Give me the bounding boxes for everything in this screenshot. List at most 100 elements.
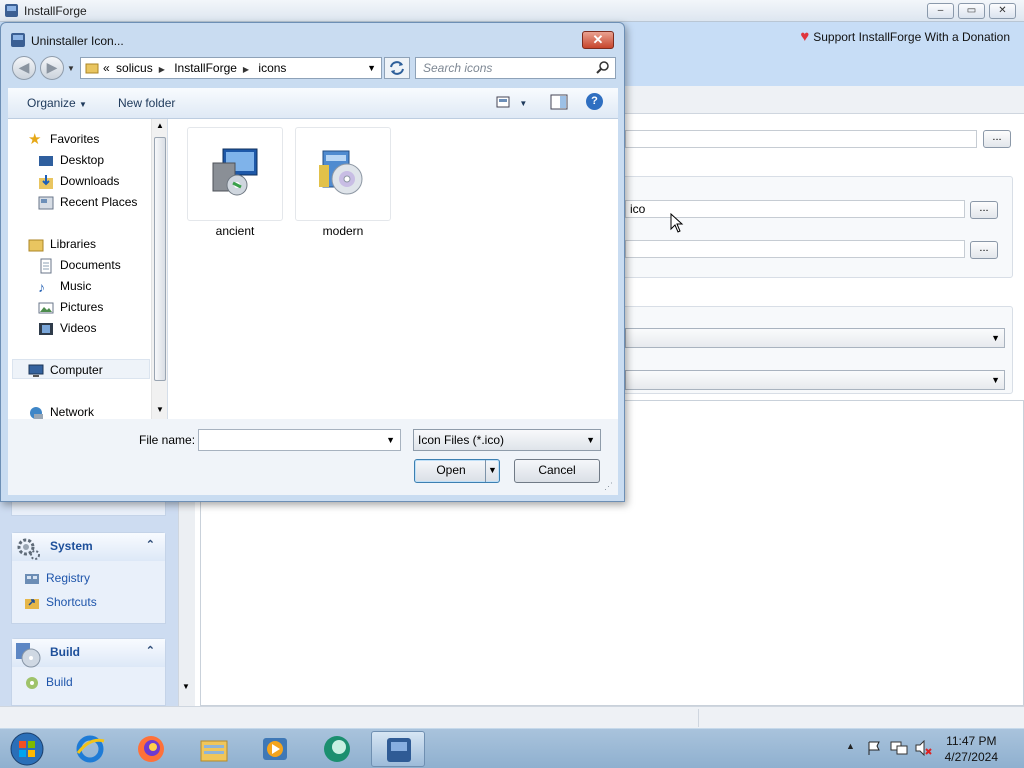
organize-menu[interactable]: Organize ▼	[27, 96, 87, 110]
dropdown-select[interactable]: ▼	[625, 328, 1005, 348]
sidebar-item-label: Shortcuts	[46, 595, 97, 609]
registry-icon	[25, 574, 39, 584]
sidebar-group-header[interactable]: Build ⌃	[12, 639, 165, 668]
build-disc-icon	[16, 643, 41, 668]
file-item[interactable]: modern	[295, 127, 391, 245]
browse-button[interactable]: ...	[983, 130, 1011, 148]
start-button[interactable]	[2, 731, 56, 767]
search-input[interactable]: Search icons	[415, 57, 616, 79]
taskbar-firefox[interactable]	[124, 731, 178, 767]
browser-app-icon	[324, 736, 350, 762]
nav-label: Documents	[60, 258, 121, 272]
chevron-down-icon[interactable]: ▼	[519, 99, 527, 108]
text-field[interactable]	[625, 130, 977, 148]
volume-muted-icon[interactable]	[914, 740, 932, 756]
taskbar-file-explorer[interactable]	[187, 731, 241, 767]
open-options-dropdown[interactable]: ▼	[485, 460, 499, 482]
internet-explorer-icon	[76, 735, 105, 763]
show-hidden-icons[interactable]: ▲	[846, 741, 855, 751]
navigation-pane: ★ Favorites Desktop Downloads Recent Plac…	[8, 119, 168, 419]
nav-music[interactable]: ♪ Music	[38, 279, 91, 297]
nav-libraries[interactable]: Libraries	[28, 237, 96, 255]
taskbar-installforge[interactable]	[371, 731, 425, 767]
dropdown-select[interactable]: ▼	[625, 370, 1005, 390]
taskbar-clock[interactable]: 11:47 PM 4/27/2024	[945, 733, 998, 765]
sidebar-scrollbar[interactable]: ▼	[178, 496, 195, 706]
chevron-down-icon[interactable]: ▼	[386, 435, 395, 445]
nav-videos[interactable]: Videos	[39, 321, 96, 339]
taskbar-internet-explorer[interactable]	[63, 731, 117, 767]
nav-desktop[interactable]: Desktop	[39, 153, 104, 171]
folder-icon	[85, 63, 99, 74]
libraries-icon	[28, 239, 44, 252]
navigation-scrollbar[interactable]: ▲ ▼	[151, 119, 167, 419]
pictures-icon	[38, 302, 54, 314]
installforge-logo-icon	[5, 4, 18, 17]
videos-icon	[39, 323, 53, 335]
nav-downloads[interactable]: Downloads	[39, 174, 119, 192]
recent-locations-dropdown[interactable]: ▼	[67, 64, 75, 73]
nav-network[interactable]: Network	[30, 405, 95, 419]
sidebar-item-shortcuts[interactable]: Shortcuts	[12, 591, 165, 615]
nav-favorites[interactable]: ★ Favorites	[28, 131, 99, 150]
action-center-flag-icon[interactable]	[866, 740, 882, 756]
browse-button[interactable]: ...	[970, 241, 998, 259]
desktop-icon	[39, 156, 53, 166]
taskbar-browser-app[interactable]	[310, 731, 364, 767]
breadcrumb-separator-icon[interactable]: ▶	[243, 65, 249, 74]
nav-recent-places[interactable]: Recent Places	[38, 195, 137, 213]
uninstaller-icon-browse-button[interactable]: ...	[970, 201, 998, 219]
nav-pictures[interactable]: Pictures	[38, 300, 103, 318]
breadcrumb-segment[interactable]: icons	[258, 61, 286, 75]
heart-icon: ♥	[800, 28, 810, 45]
scroll-down-icon[interactable]: ▼	[182, 682, 190, 691]
sidebar-item-label: Registry	[46, 571, 91, 585]
resize-grip[interactable]: ⋰	[604, 481, 613, 492]
open-button[interactable]: Open ▼	[414, 459, 500, 483]
cancel-button[interactable]: Cancel	[514, 459, 600, 483]
address-bar[interactable]: « solicus ▶ InstallForge ▶ icons ▼	[80, 57, 382, 79]
dialog-title: Uninstaller Icon...	[31, 34, 124, 48]
scroll-up-icon[interactable]: ▲	[156, 121, 164, 130]
close-button[interactable]: ✕	[989, 3, 1016, 19]
file-type-select[interactable]: Icon Files (*.ico) ▼	[413, 429, 601, 451]
help-button[interactable]: ?	[586, 93, 603, 110]
forward-button[interactable]: ▶	[40, 56, 64, 80]
nav-label: Network	[50, 405, 95, 419]
preview-pane-button[interactable]	[550, 94, 568, 113]
nav-documents[interactable]: Documents	[40, 258, 121, 276]
file-name-input[interactable]: ▼	[198, 429, 401, 451]
collapse-icon[interactable]: ⌃	[146, 644, 155, 657]
new-folder-button[interactable]: New folder	[118, 96, 175, 110]
sidebar-item-build[interactable]: Build	[12, 671, 165, 695]
back-button[interactable]: ◀	[12, 56, 36, 80]
scroll-down-icon[interactable]: ▼	[156, 405, 164, 414]
recent-places-icon	[38, 196, 54, 210]
donation-link[interactable]: ♥ Support InstallForge With a Donation	[800, 28, 1010, 45]
network-icon[interactable]	[890, 740, 908, 756]
minimize-button[interactable]: –	[927, 3, 954, 19]
sidebar-group-header[interactable]: System ⌃	[12, 533, 165, 561]
taskbar: ▲ 11:47 PM 4/27/2024	[0, 728, 1024, 768]
sidebar-item-registry[interactable]: Registry	[12, 567, 165, 591]
text-field[interactable]	[625, 240, 965, 258]
breadcrumb-separator-icon[interactable]: ▶	[159, 65, 165, 74]
dialog-close-button[interactable]: ✕	[582, 31, 614, 49]
breadcrumb-prefix[interactable]: «	[103, 61, 110, 75]
file-item[interactable]: ancient	[187, 127, 283, 245]
chevron-down-icon: ▼	[586, 435, 595, 445]
scrollbar-thumb[interactable]	[154, 137, 166, 381]
maximize-button[interactable]: ▭	[958, 3, 985, 19]
refresh-button[interactable]	[384, 57, 410, 79]
build-icon	[26, 677, 38, 689]
clock-date: 4/27/2024	[944, 750, 998, 764]
breadcrumb-segment[interactable]: solicus	[116, 61, 153, 75]
taskbar-media-player[interactable]	[248, 731, 302, 767]
dialog-footer: File name: ▼ Icon Files (*.ico) ▼ Open ▼…	[8, 419, 618, 495]
search-placeholder: Search icons	[423, 61, 493, 75]
view-options-button[interactable]: ▼	[496, 95, 527, 112]
collapse-icon[interactable]: ⌃	[146, 538, 155, 551]
address-dropdown-icon[interactable]: ▼	[367, 63, 376, 73]
breadcrumb-segment[interactable]: InstallForge	[174, 61, 237, 75]
nav-computer[interactable]: Computer	[28, 363, 103, 381]
